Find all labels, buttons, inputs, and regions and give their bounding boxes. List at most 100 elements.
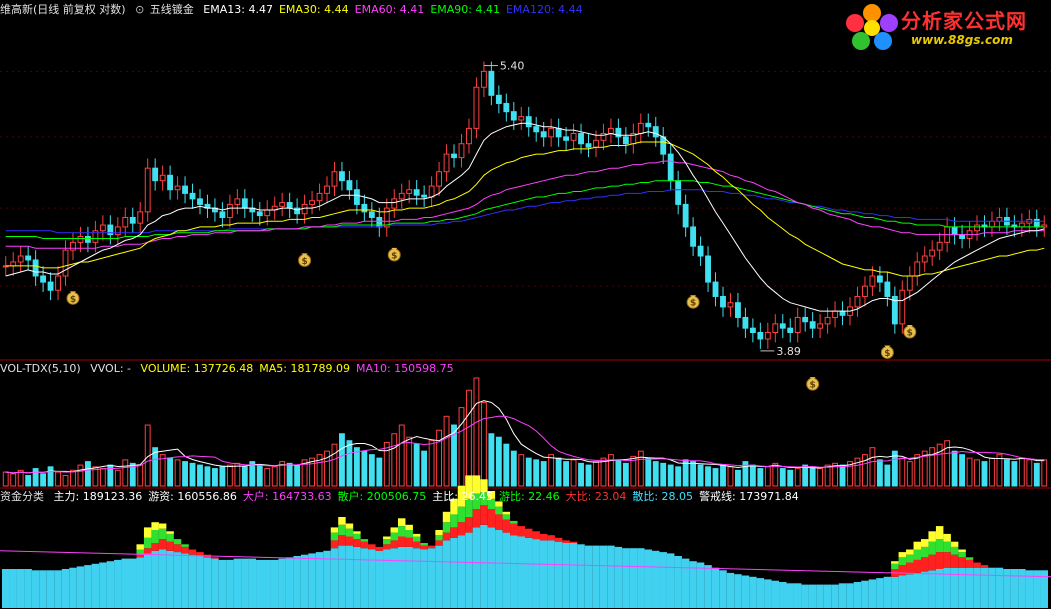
fund-hot-bar: [495, 506, 503, 515]
volume-bar: [1018, 457, 1025, 487]
fund-big-bar: [906, 562, 914, 575]
fund-retail-bar: [166, 550, 174, 608]
volume-bar: [518, 454, 525, 487]
volume-bar: [540, 461, 547, 487]
fund-big-bar: [136, 554, 144, 558]
candle-body: [884, 281, 891, 297]
vvol-label: VVOL: -: [90, 362, 132, 375]
volume-bar: [667, 464, 674, 487]
chart-canvas[interactable]: 5.40 3.89 $ $ $ $ $ $ $: [0, 0, 1051, 609]
volume-bar: [339, 433, 345, 487]
fund-retail-bar: [158, 549, 167, 608]
candle-body: [585, 143, 592, 148]
volume-bar: [727, 466, 734, 487]
fund-retail-bar: [121, 558, 130, 608]
volume-bar: [346, 440, 353, 487]
fund-hot-bar: [390, 532, 398, 541]
candle-body: [413, 189, 420, 196]
main-panel-header: 维高新(日线 前复权 对数) ⊙ 五线镀金 EMA13: 4.47 EMA30: …: [0, 3, 595, 17]
candle-body: [129, 216, 136, 224]
fund-retail-bar: [838, 583, 847, 608]
fund-retail-bar: [293, 556, 301, 608]
fund-big-bar: [898, 565, 907, 576]
fund-retail-bar: [995, 567, 1004, 608]
volume-bar: [578, 462, 584, 487]
candle-body: [47, 281, 54, 291]
fund-hot-bar: [435, 535, 443, 541]
fund-retail-bar: [330, 548, 339, 608]
volume-panel-header: VOL-TDX(5,10) VVOL: - VOLUME: 137726.48 M…: [0, 362, 466, 376]
fund-retail-bar: [681, 558, 690, 608]
fund-retail-bar: [412, 548, 421, 608]
candle-body: [929, 249, 936, 257]
fund-value-3: 散户: 200506.75: [337, 490, 427, 503]
volume-bar: [697, 464, 704, 487]
candle-body: [137, 211, 144, 224]
volume-bar: [443, 415, 450, 487]
fund-retail-bar: [711, 567, 720, 608]
fund-big-bar: [943, 552, 951, 568]
candle-body: [839, 310, 846, 316]
volume-bar: [271, 466, 278, 487]
ema-value-4: EMA120: 4.44: [505, 3, 583, 16]
fund-retail-bar: [24, 569, 32, 608]
fund-big-bar: [562, 540, 570, 543]
fund-main-bar: [397, 518, 406, 527]
volume-bar: [899, 457, 906, 487]
fund-retail-bar: [1040, 570, 1048, 608]
candle-body: [368, 211, 375, 218]
fund-retail-bar: [76, 566, 85, 608]
fund-hot-bar: [442, 522, 451, 533]
volume-bar: [226, 464, 233, 487]
fund-retail-bar: [584, 545, 593, 608]
candle-body: [391, 198, 398, 209]
volume-bar: [1026, 459, 1033, 487]
volume-bar: [869, 447, 876, 487]
fund-hot-bar: [173, 539, 182, 545]
candle-body: [428, 185, 435, 198]
volume-bar: [585, 464, 592, 487]
candle-body: [996, 216, 1003, 222]
fund-retail-bar: [375, 550, 384, 608]
ema60-line: [5, 160, 1045, 249]
volume-bar: [159, 454, 166, 487]
candle-body: [607, 127, 614, 134]
candle-body: [645, 122, 652, 128]
volume-bar: [757, 468, 764, 487]
volume-bar: [1011, 461, 1018, 487]
volume-bar: [480, 401, 487, 487]
fund-retail-bar: [637, 548, 645, 608]
fund-value-4: 主比: 26.45: [432, 490, 493, 503]
fund-value-8: 警戒线: 173971.84: [699, 490, 799, 503]
money-bag-symbol: $: [907, 328, 913, 338]
fund-retail-bar: [539, 540, 548, 608]
money-bag-icon: $: [387, 247, 401, 261]
fund-retail-bar: [315, 552, 324, 608]
fund-retail-bar: [614, 546, 623, 608]
fund-hot-bar: [181, 544, 189, 547]
fund-retail-bar: [502, 532, 511, 608]
fund-main-bar: [353, 531, 361, 534]
fund-retail-bar: [196, 556, 204, 608]
fund-retail-bar: [786, 583, 794, 608]
fund-retail-bar: [46, 570, 55, 608]
fund-main-bar: [143, 527, 152, 538]
volume-bar: [383, 441, 390, 487]
volume-bar: [809, 466, 816, 487]
volume-bar: [2, 471, 9, 487]
volume-bar: [600, 457, 607, 487]
candle-body: [817, 323, 824, 329]
volume-bar: [137, 464, 144, 487]
fund-value-2: 大户: 164733.63: [242, 490, 332, 503]
fund-main-bar: [435, 530, 443, 536]
fund-hot-bar: [151, 530, 159, 543]
ema120-line: [5, 189, 1045, 234]
fund-retail-bar: [592, 545, 600, 608]
fund-hot-bar: [502, 514, 511, 520]
candle-body: [824, 316, 831, 325]
indicator-toggle-icon[interactable]: ⊙: [135, 3, 144, 16]
candle-body: [749, 327, 756, 333]
fund-retail-bar: [741, 575, 750, 608]
fund-big-bar: [502, 519, 511, 533]
fund-main-bar: [913, 541, 921, 550]
